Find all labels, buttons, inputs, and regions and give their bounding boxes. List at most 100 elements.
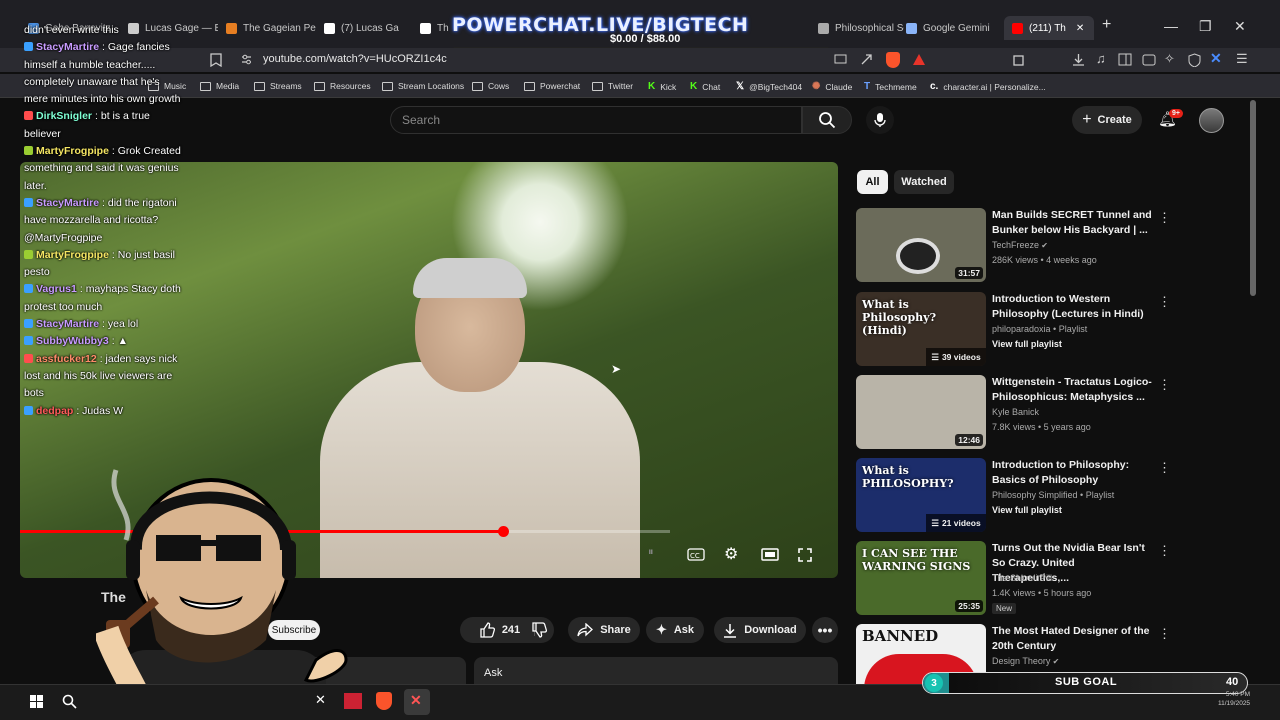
settings-gear-icon[interactable]: ⚙︎ xyxy=(724,544,738,564)
tab-6[interactable]: Google Gemini xyxy=(906,16,996,40)
more-options-icon[interactable]: ⋮ xyxy=(1158,543,1171,559)
bookmark-item[interactable]: c. character.ai | Personalize... xyxy=(930,81,1046,92)
recommended-channel-name[interactable]: Philosophy Simplified • Playlist xyxy=(992,490,1114,500)
dislike-button[interactable] xyxy=(524,617,554,643)
captions-icon[interactable]: CC xyxy=(687,548,705,561)
x-extension-icon[interactable]: ✕ xyxy=(1210,50,1222,67)
bookmark-label: Powerchat xyxy=(540,81,581,91)
recommended-video-title[interactable]: Introduction to Philosophy: Basics of Ph… xyxy=(992,458,1152,488)
recommended-channel-name[interactable]: philoparadoxia • Playlist xyxy=(992,324,1087,334)
tab-7[interactable]: (211) Th ✕ xyxy=(1004,16,1094,40)
recommended-video-meta[interactable]: View full playlist xyxy=(992,339,1062,349)
autoplay-toggle-icon[interactable]: ⏸︎ xyxy=(648,546,654,559)
bookmark-item[interactable]: T Techmeme xyxy=(864,81,917,92)
video-thumbnail[interactable]: What is PHILOSOPHY? ☰ 21 videos xyxy=(856,458,986,532)
site-settings-icon[interactable] xyxy=(240,53,253,66)
search-box[interactable] xyxy=(390,106,802,134)
bookmark-item[interactable]: Powerchat xyxy=(524,81,580,91)
recommended-video[interactable]: What is PHILOSOPHY? ☰ 21 videos Introductio… xyxy=(856,458,1246,536)
recommended-channel-name[interactable]: Design Theory ✔ xyxy=(992,656,1059,666)
theater-mode-icon[interactable] xyxy=(761,548,779,561)
close-window-button[interactable]: ✕ xyxy=(1234,18,1246,35)
brave-shields-icon[interactable] xyxy=(886,52,900,68)
recommended-video-title[interactable]: Man Builds SECRET Tunnel and Bunker belo… xyxy=(992,208,1152,238)
video-thumbnail[interactable]: What is Philosophy? (Hindi) ☰ 39 videos xyxy=(856,292,986,366)
more-options-icon[interactable]: ⋮ xyxy=(1158,377,1171,393)
sidebar-toggle-icon[interactable] xyxy=(1118,53,1132,66)
video-scrubber-handle[interactable] xyxy=(498,526,509,537)
recommended-channel-name[interactable]: TechFreeze ✔ xyxy=(992,240,1048,250)
recommended-channel-name[interactable]: Kyle Banick xyxy=(992,407,1039,417)
new-tab-button[interactable]: + xyxy=(1102,16,1111,34)
bookmark-item[interactable]: K Chat xyxy=(690,81,720,92)
search-button[interactable] xyxy=(802,106,852,134)
taskbar-x-icon[interactable]: ✕ xyxy=(315,692,326,708)
more-options-icon[interactable]: ⋮ xyxy=(1158,294,1171,310)
bookmark-item[interactable]: K Kick xyxy=(648,81,676,92)
create-button[interactable]: + Create xyxy=(1072,106,1142,134)
tab-4[interactable]: Th xyxy=(420,16,450,40)
recommended-channel-name[interactable]: The Shkreli Pill xyxy=(992,573,1052,583)
more-options-icon[interactable]: ⋮ xyxy=(1158,626,1171,642)
minimize-button[interactable]: — xyxy=(1164,18,1178,34)
more-actions-button[interactable]: ••• xyxy=(812,617,838,643)
share-page-icon[interactable] xyxy=(860,53,873,66)
recommended-video[interactable]: 12:46 Wittgenstein - Tractatus Logico-Phi… xyxy=(856,375,1246,453)
thumbnail-text: What is PHILOSOPHY? xyxy=(862,464,954,490)
maximize-button[interactable]: ❐ xyxy=(1199,18,1212,35)
tab-close-icon[interactable]: ✕ xyxy=(1076,23,1084,34)
tab-2[interactable]: The Gageian Pen xyxy=(226,16,316,40)
fullscreen-icon[interactable] xyxy=(798,548,812,562)
recommended-video[interactable]: I CAN SEE THE WARNING SIGNS 25:35 Turns Ou… xyxy=(856,541,1246,619)
music-icon[interactable]: ♫ xyxy=(1096,51,1106,66)
extensions-icon[interactable] xyxy=(1012,53,1026,67)
video-thumbnail[interactable]: 31:57 xyxy=(856,208,986,282)
menu-icon[interactable]: ☰ xyxy=(1236,51,1248,67)
page-scrollbar[interactable] xyxy=(1250,100,1256,296)
chip-all[interactable]: All xyxy=(857,170,888,194)
bookmark-item[interactable]: 𝕏 @BigTech404 xyxy=(736,81,802,92)
share-button[interactable]: Share xyxy=(568,617,640,643)
bookmark-item[interactable]: Media xyxy=(200,81,239,91)
video-thumbnail[interactable]: 12:46 xyxy=(856,375,986,449)
recommended-video-meta[interactable]: View full playlist xyxy=(992,505,1062,515)
bookmark-item[interactable]: ✺ Claude xyxy=(812,81,852,92)
cast-icon[interactable] xyxy=(834,53,847,66)
recommended-video-title[interactable]: Introduction to Western Philosophy (Lect… xyxy=(992,292,1152,322)
ask-panel[interactable] xyxy=(474,657,838,687)
tab-3[interactable]: (7) Lucas Ga xyxy=(324,16,414,40)
download-icon[interactable] xyxy=(1072,53,1085,67)
leo-ai-icon[interactable]: ✧ xyxy=(1164,51,1175,67)
taskbar-search-icon[interactable] xyxy=(62,694,77,709)
recommended-video[interactable]: 31:57 Man Builds SECRET Tunnel and Bunker… xyxy=(856,208,1246,286)
taskbar-active-app-icon[interactable]: ✕ xyxy=(404,689,430,715)
url-field[interactable]: youtube.com/watch?v=HUcORZI1c4c xyxy=(263,53,447,65)
more-options-icon[interactable]: ⋮ xyxy=(1158,210,1171,226)
bookmark-item[interactable]: Streams xyxy=(254,81,302,91)
playlist-icon: ☰ xyxy=(931,517,939,528)
video-frame-person-hair xyxy=(413,258,527,298)
recommended-video-title[interactable]: The Most Hated Designer of the 20th Cent… xyxy=(992,624,1152,654)
ask-button[interactable]: ✦ Ask xyxy=(646,617,704,643)
download-button[interactable]: Download xyxy=(714,617,806,643)
bookmark-icon[interactable] xyxy=(210,53,222,67)
bookmark-item[interactable]: Stream Locations xyxy=(382,81,464,91)
tab-5[interactable]: Philosophical Sol xyxy=(818,16,904,40)
bookmark-item[interactable]: Resources xyxy=(314,81,371,91)
vpn-shield-icon[interactable] xyxy=(1188,53,1201,67)
wallet-icon[interactable] xyxy=(1142,53,1156,66)
bookmark-item[interactable]: Twitter xyxy=(592,81,633,91)
taskbar-app-icon[interactable] xyxy=(344,693,362,709)
brave-rewards-icon[interactable] xyxy=(912,53,926,66)
chip-watched[interactable]: Watched xyxy=(894,170,954,194)
recommended-video-title[interactable]: Wittgenstein - Tractatus Logico-Philosop… xyxy=(992,375,1152,405)
video-thumbnail[interactable]: I CAN SEE THE WARNING SIGNS 25:35 xyxy=(856,541,986,615)
windows-start-icon[interactable] xyxy=(30,695,44,709)
taskbar-brave-icon[interactable] xyxy=(376,692,392,710)
search-input[interactable]: Search xyxy=(402,113,440,127)
bookmark-item[interactable]: Cows xyxy=(472,81,509,91)
more-options-icon[interactable]: ⋮ xyxy=(1158,460,1171,476)
recommended-video[interactable]: What is Philosophy? (Hindi) ☰ 39 videos Int… xyxy=(856,292,1246,370)
voice-search-button[interactable] xyxy=(866,106,894,134)
account-avatar[interactable] xyxy=(1199,108,1224,133)
